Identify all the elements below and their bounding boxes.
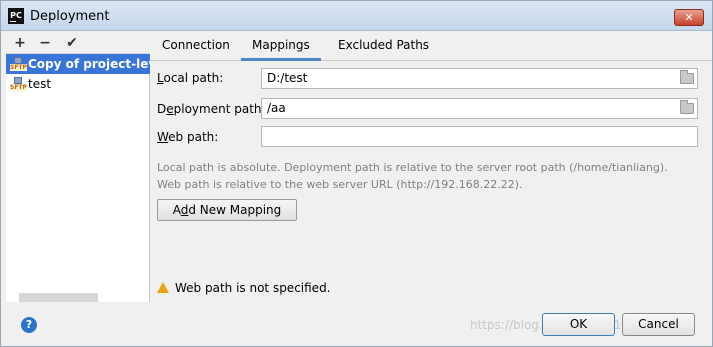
web-path-label: Web path: [157, 130, 219, 144]
minus-icon: − [39, 35, 51, 51]
server-item-test[interactable]: SFTP test [6, 74, 150, 94]
warning-icon [157, 282, 169, 293]
browse-folder-icon[interactable] [680, 100, 694, 114]
window-title: Deployment [30, 9, 110, 24]
server-list-pane: + − ✔ SFTP Copy of project-leve SFTP tes… [6, 32, 150, 302]
deployment-path-label: Deployment path: [157, 102, 266, 116]
ok-button[interactable]: OK [542, 313, 615, 336]
add-server-button[interactable]: + [11, 34, 29, 52]
web-path-field[interactable] [261, 126, 698, 147]
horizontal-scrollbar[interactable] [19, 293, 98, 302]
add-new-mapping-button[interactable]: Add New Mapping [157, 199, 297, 221]
help-icon[interactable]: ? [21, 317, 37, 333]
local-path-label: Local path: [157, 71, 224, 85]
tab-excluded-paths[interactable]: Excluded Paths [327, 32, 440, 61]
plus-icon: + [14, 35, 26, 51]
web-path-warning: Web path is not specified. [157, 281, 331, 295]
title-bar: PC Deployment ✕ [1, 1, 712, 31]
cancel-button[interactable]: Cancel [622, 313, 695, 336]
mappings-pane: Connection Mappings Excluded Paths Local… [151, 32, 712, 302]
path-hint-line-1: Local path is absolute. Deployment path … [157, 161, 668, 174]
set-default-button[interactable]: ✔ [63, 34, 81, 52]
server-item-label: Copy of project-leve [28, 57, 150, 71]
browse-folder-icon[interactable] [680, 70, 694, 84]
sftp-server-icon: SFTP [10, 57, 27, 71]
local-path-field[interactable]: D:/test [261, 68, 698, 89]
pycharm-app-icon: PC [8, 8, 24, 24]
server-item-copy-of-project[interactable]: SFTP Copy of project-leve [6, 54, 150, 74]
dialog-footer: ? https://blog.csdn.net/u011116317 OK Ca… [1, 302, 712, 346]
warning-text: Web path is not specified. [175, 281, 331, 295]
path-hint-line-2: Web path is relative to the web server U… [157, 178, 523, 191]
deployment-path-field[interactable]: /aa [261, 98, 698, 119]
server-list-toolbar: + − ✔ [6, 32, 150, 54]
server-list: SFTP Copy of project-leve SFTP test [6, 54, 150, 94]
tab-bar: Connection Mappings Excluded Paths [151, 32, 712, 61]
remove-server-button[interactable]: − [36, 34, 54, 52]
tab-connection[interactable]: Connection [151, 32, 241, 61]
sftp-server-icon: SFTP [10, 77, 27, 91]
checkmark-icon: ✔ [66, 35, 78, 51]
deployment-dialog: PC Deployment ✕ + − ✔ SFTP Copy of proje… [0, 0, 713, 347]
server-item-label: test [28, 77, 52, 91]
close-icon: ✕ [684, 11, 694, 24]
close-button[interactable]: ✕ [674, 9, 704, 26]
tab-mappings[interactable]: Mappings [241, 32, 321, 61]
